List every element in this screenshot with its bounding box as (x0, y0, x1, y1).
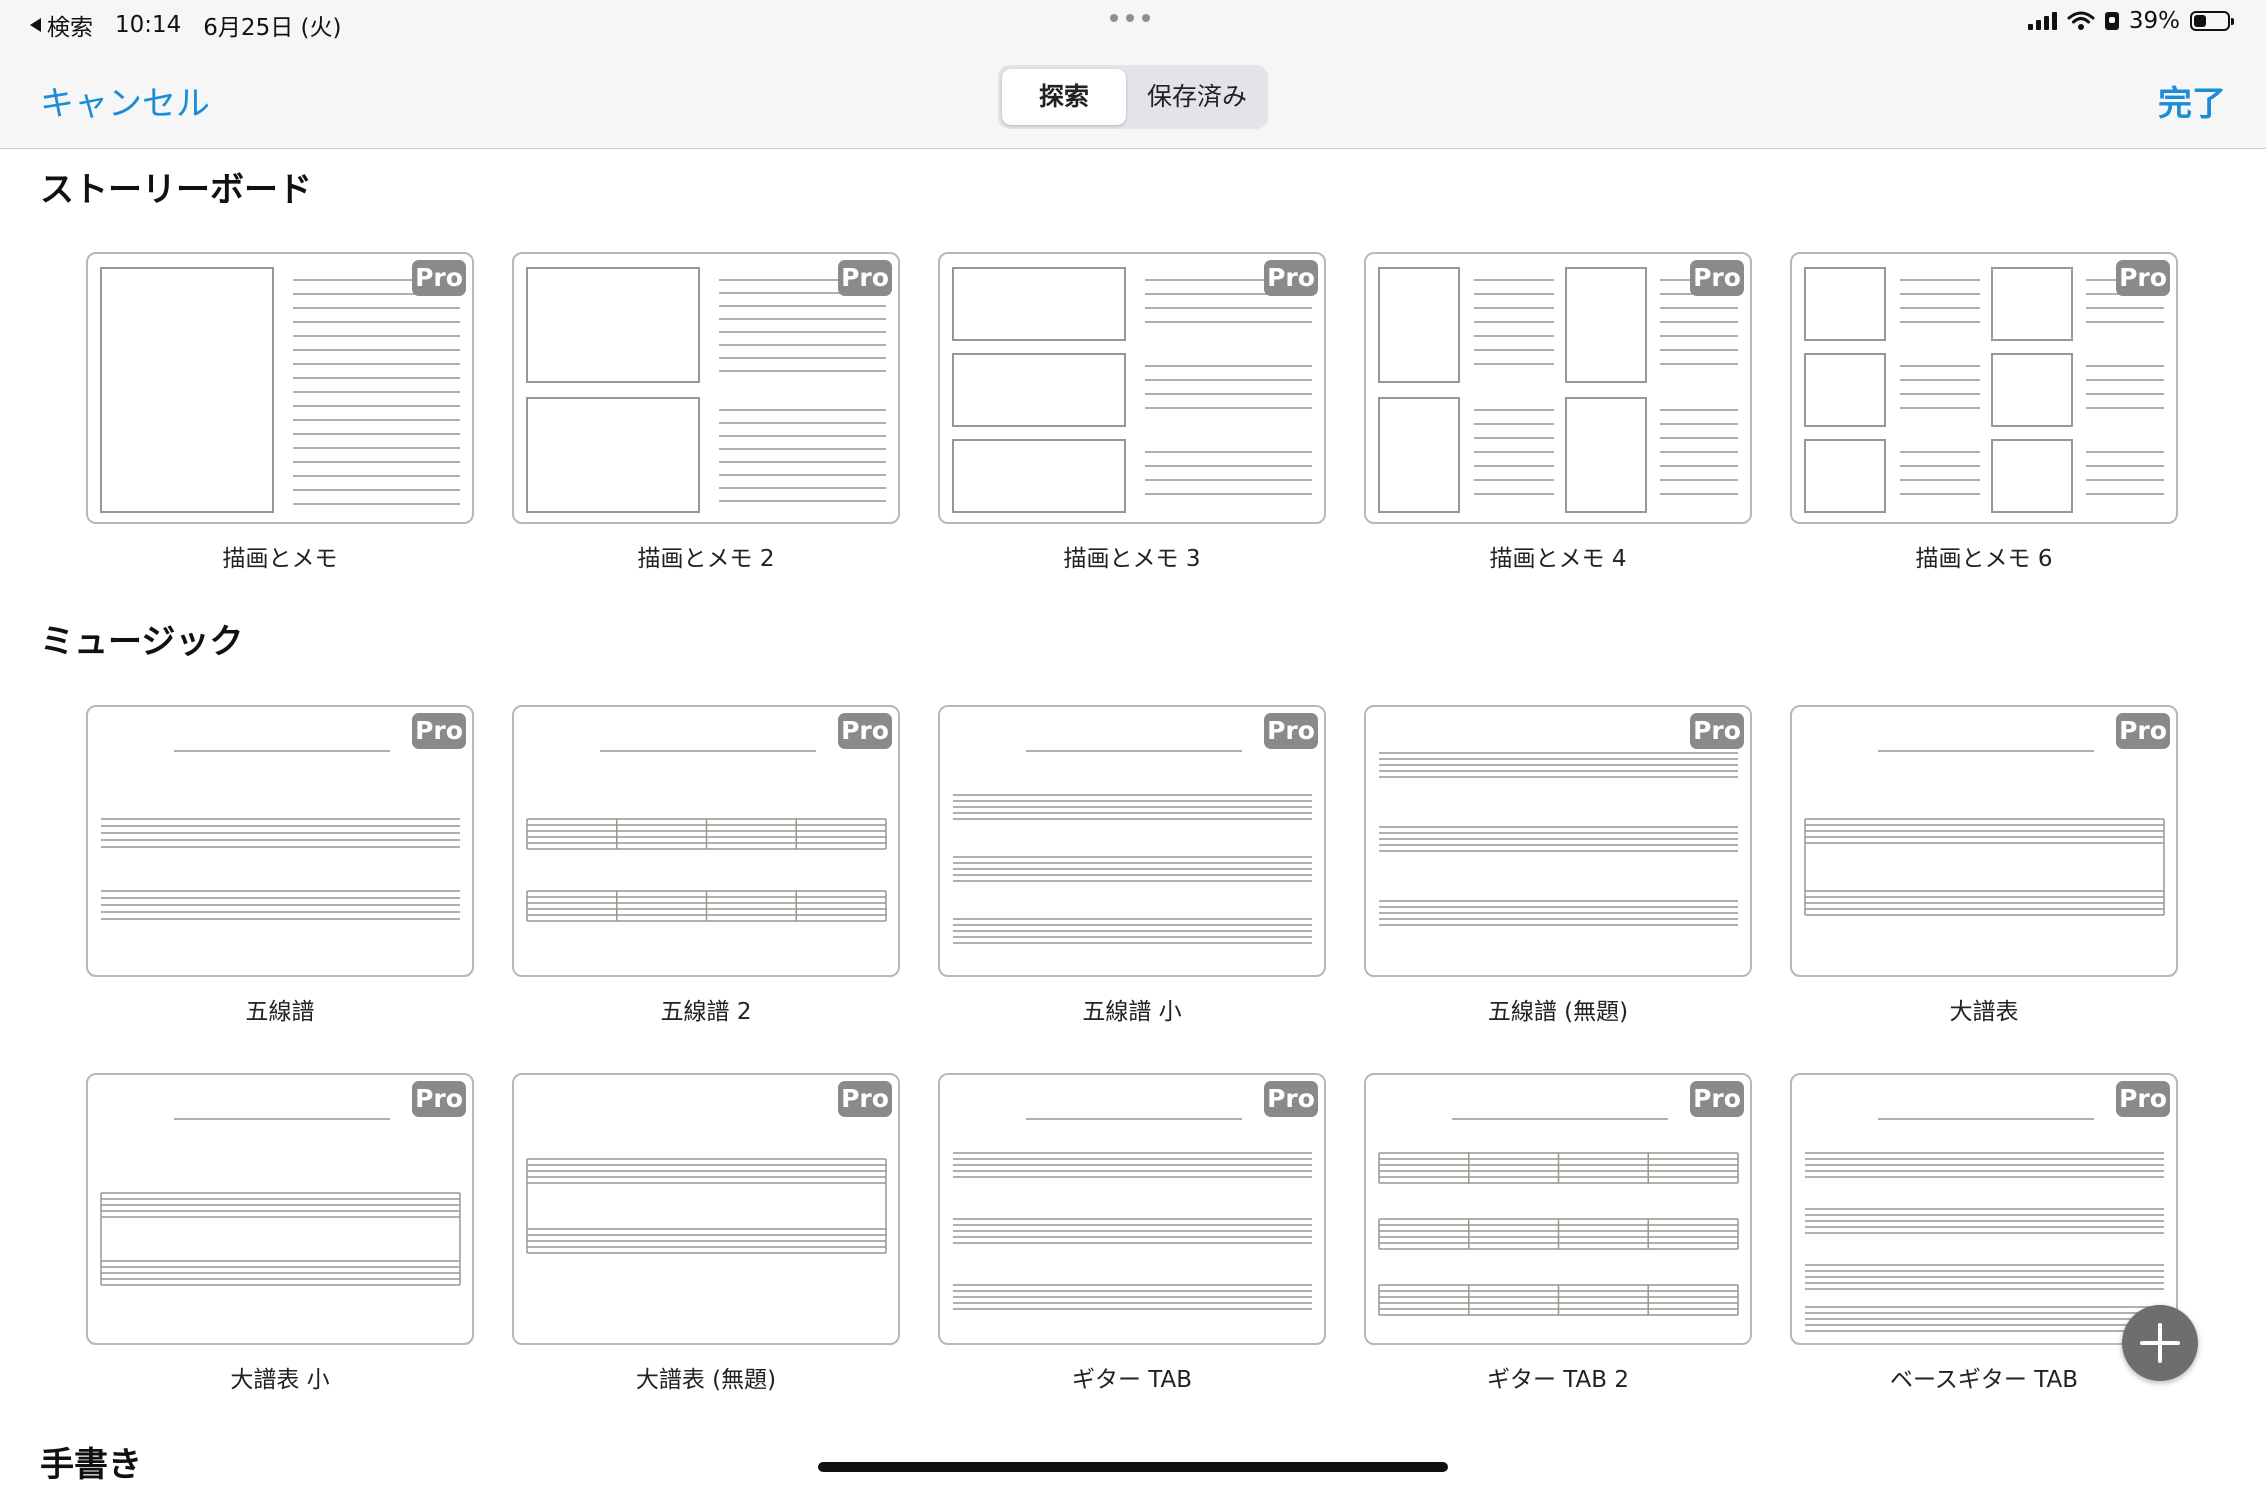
status-left: 検索 10:14 6月25日 (火) (30, 8, 341, 42)
template-label: 五線譜 (無題) (1487, 999, 1629, 1025)
template-card[interactable]: Pro (1790, 705, 2178, 977)
template-card[interactable]: Pro (86, 705, 474, 977)
status-bar: 検索 10:14 6月25日 (火) 39% (0, 0, 2266, 50)
section-title-handwriting: 手書き (40, 1445, 142, 1485)
done-button[interactable]: 完了 (2158, 76, 2226, 125)
nav-bar: キャンセル 探索 保存済み 完了 (0, 50, 2266, 149)
orientation-lock-icon (2104, 12, 2119, 30)
pro-badge: Pro (1690, 713, 1744, 749)
pro-badge: Pro (412, 713, 466, 749)
template-label: 大譜表 小 (230, 1367, 330, 1393)
template-card[interactable]: Pro (1364, 1073, 1752, 1345)
segmented-control: 探索 保存済み (998, 65, 1268, 129)
status-date: 6月25日 (火) (203, 15, 342, 41)
pro-badge: Pro (412, 260, 466, 296)
template-card[interactable]: Pro (1790, 252, 2178, 524)
triangle-left-icon (30, 18, 41, 32)
home-indicator (818, 1462, 1448, 1472)
template-label: 大譜表 (1949, 999, 2019, 1025)
pro-badge: Pro (1690, 1081, 1744, 1117)
template-label: 描画とメモ 2 (637, 546, 775, 572)
back-to-search[interactable]: 検索 (30, 8, 93, 42)
template-label: 五線譜 小 (1082, 999, 1182, 1025)
template-card[interactable]: Pro (1364, 705, 1752, 977)
template-label: 大譜表 (無題) (635, 1367, 777, 1393)
section-title-music: ミュージック (40, 622, 244, 662)
pro-badge: Pro (838, 260, 892, 296)
template-card[interactable]: Pro (938, 705, 1326, 977)
template-label: ベースギター TAB (1890, 1367, 2078, 1393)
template-label: ギター TAB (1071, 1367, 1193, 1393)
status-right: 39% (2027, 8, 2234, 34)
template-card[interactable]: Pro (512, 1073, 900, 1345)
template-label: 描画とメモ 3 (1063, 546, 1201, 572)
template-label: ギター TAB 2 (1486, 1367, 1630, 1393)
template-card[interactable]: Pro (1364, 252, 1752, 524)
pro-badge: Pro (838, 713, 892, 749)
template-card[interactable]: Pro (512, 252, 900, 524)
pro-badge: Pro (1264, 1081, 1318, 1117)
pro-badge: Pro (2116, 713, 2170, 749)
pro-badge: Pro (1264, 260, 1318, 296)
template-label: 描画とメモ 6 (1915, 546, 2053, 572)
section-title-storyboard: ストーリーボード (40, 170, 312, 210)
template-card[interactable]: Pro (86, 252, 474, 524)
pro-badge: Pro (2116, 1081, 2170, 1117)
template-label: 描画とメモ 4 (1489, 546, 1627, 572)
tab-explore[interactable]: 探索 (1002, 69, 1126, 125)
template-card[interactable]: Pro (938, 1073, 1326, 1345)
template-card[interactable]: Pro (512, 705, 900, 977)
pro-badge: Pro (412, 1081, 466, 1117)
pro-badge: Pro (1690, 260, 1744, 296)
battery-icon (2190, 11, 2234, 31)
template-card[interactable]: Pro (86, 1073, 474, 1345)
back-label: 検索 (47, 15, 93, 41)
template-card[interactable]: Pro (938, 252, 1326, 524)
template-label: 描画とメモ (222, 546, 338, 572)
tab-saved[interactable]: 保存済み (1130, 69, 1264, 125)
template-label: 五線譜 2 (660, 999, 752, 1025)
status-time: 10:14 (115, 12, 182, 38)
pro-badge: Pro (838, 1081, 892, 1117)
pro-badge: Pro (1264, 713, 1318, 749)
template-label: 五線譜 (245, 999, 315, 1025)
cancel-button[interactable]: キャンセル (40, 76, 210, 125)
battery-percent: 39% (2128, 8, 2180, 34)
more-dots-icon[interactable] (1110, 14, 1150, 22)
cellular-signal-icon (2027, 12, 2057, 30)
template-card[interactable]: Pro (1790, 1073, 2178, 1345)
pro-badge: Pro (2116, 260, 2170, 296)
wifi-icon (2067, 11, 2095, 30)
add-button[interactable] (2122, 1305, 2198, 1381)
